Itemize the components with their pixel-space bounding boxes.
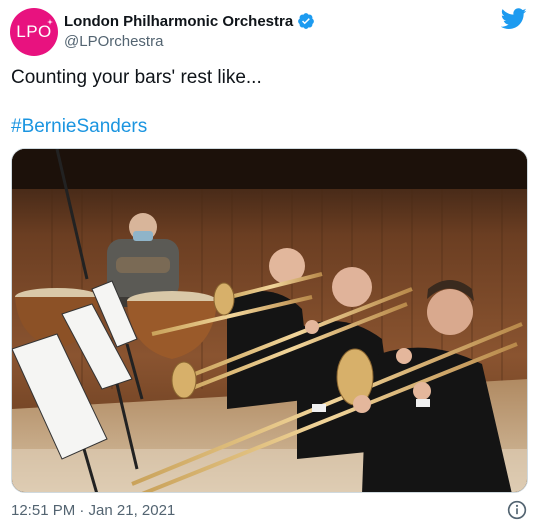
- avatar[interactable]: LPO: [10, 8, 58, 56]
- tweet-card: LPO London Philharmonic Orchestra @LPOrc…: [0, 0, 542, 529]
- info-icon[interactable]: [507, 500, 527, 520]
- tweet-photo[interactable]: [11, 148, 528, 493]
- hashtag-link[interactable]: #BernieSanders: [11, 115, 147, 139]
- avatar-star-icon: [47, 19, 53, 25]
- orchestra-photo-illustration: [12, 149, 527, 492]
- author-name-row: London Philharmonic Orchestra: [64, 12, 315, 30]
- twitter-bird-icon[interactable]: [501, 8, 527, 30]
- tweet-timestamp[interactable]: 12:51 PM · Jan 21, 2021: [11, 502, 175, 519]
- avatar-logo-text: LPO: [16, 22, 52, 41]
- verified-badge-icon: [298, 13, 315, 29]
- author-display-name[interactable]: London Philharmonic Orchestra: [64, 13, 293, 30]
- author-handle[interactable]: @LPOrchestra: [64, 33, 163, 50]
- tweet-text: Counting your bars' rest like...: [11, 67, 262, 88]
